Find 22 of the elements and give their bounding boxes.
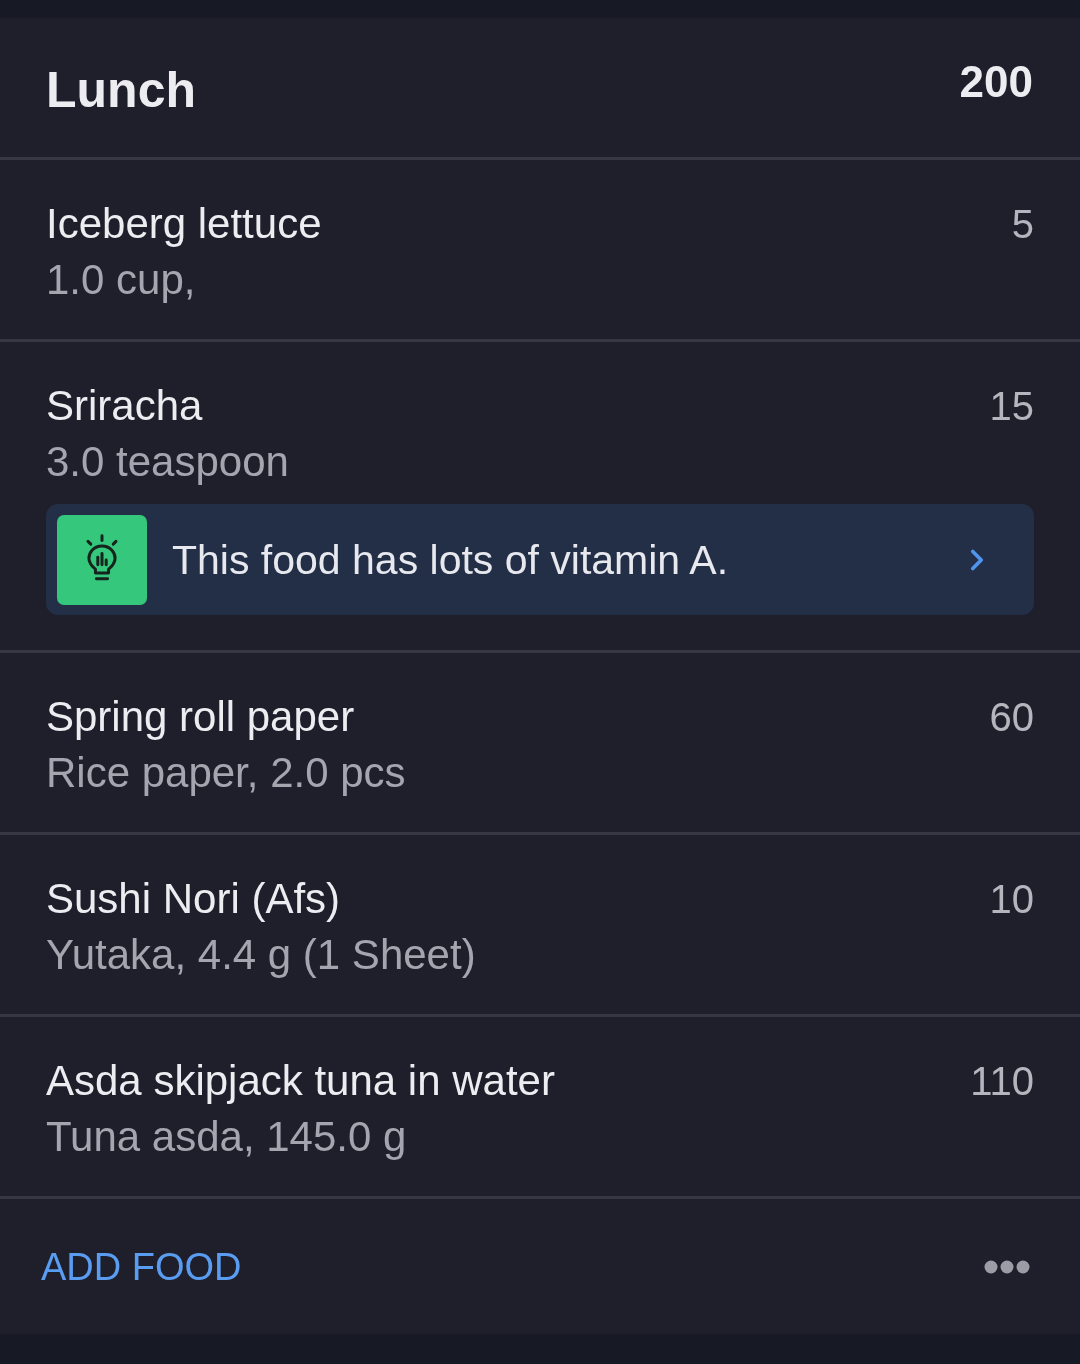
food-name[interactable]: Iceberg lettuce	[46, 200, 322, 248]
food-serving: 1.0 cup,	[46, 256, 197, 304]
lightbulb-icon	[57, 514, 147, 605]
food-name[interactable]: Sriracha	[46, 382, 289, 430]
food-calories: 10	[989, 876, 1034, 923]
tip-banner[interactable]: This food has lots of vitamin A.	[46, 504, 1034, 615]
meal-calories: 200	[959, 57, 1033, 107]
food-calories: 110	[970, 1058, 1034, 1105]
add-food-button[interactable]: ADD FOOD	[41, 1242, 242, 1291]
food-name[interactable]: Spring roll paper	[46, 693, 406, 741]
food-serving: Rice paper, 2.0 pcs	[46, 749, 406, 797]
food-calories: 5	[1011, 201, 1034, 248]
food-name[interactable]: Sushi Nori (Afs)	[46, 875, 476, 923]
food-serving: Yutaka, 4.4 g (1 Sheet)	[46, 931, 476, 979]
food-name[interactable]: Asda skipjack tuna in water	[46, 1057, 555, 1105]
meal-title: Lunch	[46, 61, 196, 120]
food-serving: 3.0 teaspoon	[46, 438, 289, 486]
food-serving: Tuna asda, 145.0 g	[46, 1113, 408, 1161]
food-calories: 60	[989, 694, 1034, 741]
food-calories: 15	[989, 383, 1034, 430]
more-icon[interactable]	[984, 1259, 1030, 1274]
tip-text: This food has lots of vitamin A.	[172, 535, 730, 584]
